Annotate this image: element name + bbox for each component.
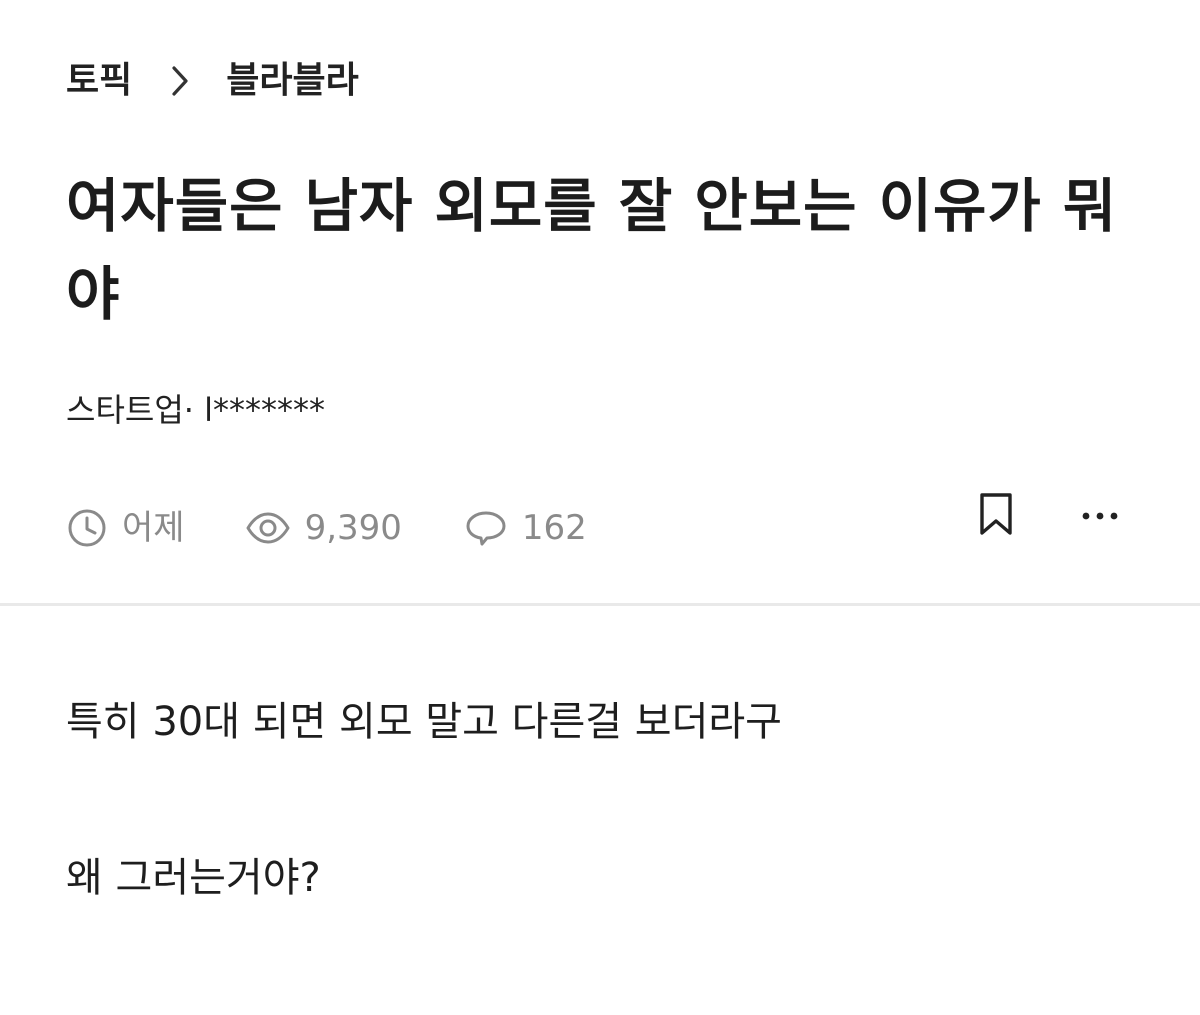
breadcrumb: 토픽 블라블라 (66, 56, 359, 106)
bookmark-icon (976, 492, 1016, 540)
eye-icon (245, 507, 291, 549)
post-body-paragraph: 왜 그러는거야? (66, 855, 321, 901)
section-divider (0, 603, 1200, 606)
post-time: 어제 (66, 500, 185, 556)
breadcrumb-board[interactable]: 블라블라 (226, 56, 358, 106)
post-meta: 어제 9,390 162 (66, 500, 587, 556)
chevron-right-icon (170, 56, 192, 106)
breadcrumb-category[interactable]: 토픽 (66, 56, 132, 106)
post-comments-count: 162 (521, 508, 587, 548)
speech-bubble-icon (464, 507, 508, 549)
more-button[interactable] (1076, 492, 1124, 540)
post-time-text: 어제 (122, 508, 185, 548)
post-page: 토픽 블라블라 여자들은 남자 외모를 잘 안보는 이유가 뭐야 스타트업· l… (0, 0, 1200, 1015)
post-comments[interactable]: 162 (464, 500, 587, 556)
post-body-paragraph: 특히 30대 되면 외모 말고 다른걸 보더라구 (66, 699, 782, 745)
post-title: 여자들은 남자 외모를 잘 안보는 이유가 뭐야 (66, 172, 1118, 328)
bookmark-button[interactable] (972, 492, 1020, 540)
post-author[interactable]: 스타트업· l******* (66, 388, 325, 432)
post-views: 9,390 (245, 500, 402, 556)
clock-icon (66, 507, 108, 549)
more-dots-icon (1080, 507, 1120, 526)
post-views-count: 9,390 (304, 508, 402, 548)
post-actions (972, 492, 1124, 540)
